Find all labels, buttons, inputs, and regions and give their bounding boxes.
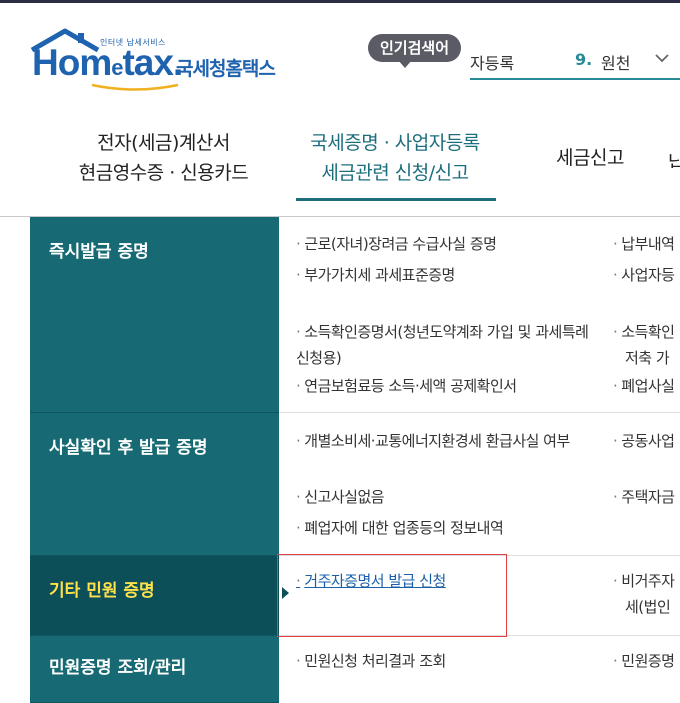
- link-pension-deduction[interactable]: · 연금보험료등 소득·세액 공제확인서: [296, 373, 517, 399]
- category-other-civil[interactable]: 기타 민원 증명: [30, 556, 279, 636]
- logo-korean-name: 국세청홈택스: [176, 58, 276, 80]
- popular-search-ticker[interactable]: 자등록 9. 원천: [470, 42, 680, 80]
- link-civil-certificate[interactable]: · 민원증명: [613, 648, 680, 674]
- link-housing-fund[interactable]: · 주택자금: [613, 484, 680, 510]
- nav-tab-e-invoice[interactable]: 전자(세금)계산서 현금영수증 · 신용카드: [56, 128, 271, 188]
- previous-search-term: 자등록: [470, 54, 515, 73]
- link-excise-refund[interactable]: · 개별소비세·교통에너지환경세 환급사실 여부: [296, 428, 602, 454]
- highlight-box: [277, 554, 507, 637]
- link-earned-income-credit[interactable]: · 근로(자녀)장려금 수급사실 증명: [296, 231, 497, 257]
- link-no-filing[interactable]: · 신고사실없음: [296, 484, 385, 510]
- mega-menu: 즉시발급 증명 사실확인 후 발급 증명 기타 민원 증명 민원증명 조회/관리…: [30, 217, 680, 703]
- link-business-registration[interactable]: · 사업자등: [613, 262, 680, 288]
- popular-search-badge: 인기검색어: [368, 34, 462, 62]
- nav-tab-certificates[interactable]: 국세증명 · 사업자등록 세금관련 신청/신고: [292, 128, 498, 188]
- category-inquiry-management[interactable]: 민원증명 조회/관리: [30, 636, 279, 703]
- top-border: [0, 0, 680, 3]
- link-income-confirmation-savings-cont[interactable]: 저축 가: [625, 345, 680, 371]
- category-instant-issue[interactable]: 즉시발급 증명: [30, 217, 279, 413]
- link-closure-fact[interactable]: · 폐업사실: [613, 373, 680, 399]
- chevron-down-icon[interactable]: [654, 52, 670, 64]
- link-income-confirmation-savings[interactable]: · 소득확인: [613, 319, 680, 345]
- link-non-resident[interactable]: · 비거주자: [613, 568, 680, 594]
- hometax-logo[interactable]: 인터넷 납세서비스 Hometax. 국세청홈택스: [30, 28, 300, 98]
- category-post-verification[interactable]: 사실확인 후 발급 증명: [30, 413, 279, 556]
- nav-tab-partial[interactable]: 납: [668, 148, 680, 168]
- row-divider: [279, 412, 680, 413]
- logo-wordmark: Hometax.: [32, 42, 183, 83]
- link-income-confirmation[interactable]: · 소득확인증명서(청년도약계좌 가입 및 과세특례 신청용): [296, 319, 602, 371]
- search-rank: 9.: [575, 50, 593, 69]
- logo-swoosh-icon: [91, 83, 179, 91]
- link-request-result[interactable]: · 민원신청 처리결과 조회: [296, 648, 446, 674]
- search-term[interactable]: 원천: [601, 50, 639, 74]
- active-tab-underline: [296, 198, 496, 201]
- link-payment-history[interactable]: · 납부내역: [613, 231, 680, 257]
- link-non-resident-cont[interactable]: 세(법인: [625, 594, 680, 620]
- link-vat-base-certificate[interactable]: · 부가가치세 과세표준증명: [296, 262, 455, 288]
- nav-tab-tax-filing[interactable]: 세금신고: [540, 143, 640, 173]
- link-closed-business-info[interactable]: · 폐업자에 대한 업종등의 정보내역: [296, 515, 504, 541]
- badge-pointer: [398, 60, 412, 68]
- link-joint-business[interactable]: · 공동사업: [613, 428, 680, 454]
